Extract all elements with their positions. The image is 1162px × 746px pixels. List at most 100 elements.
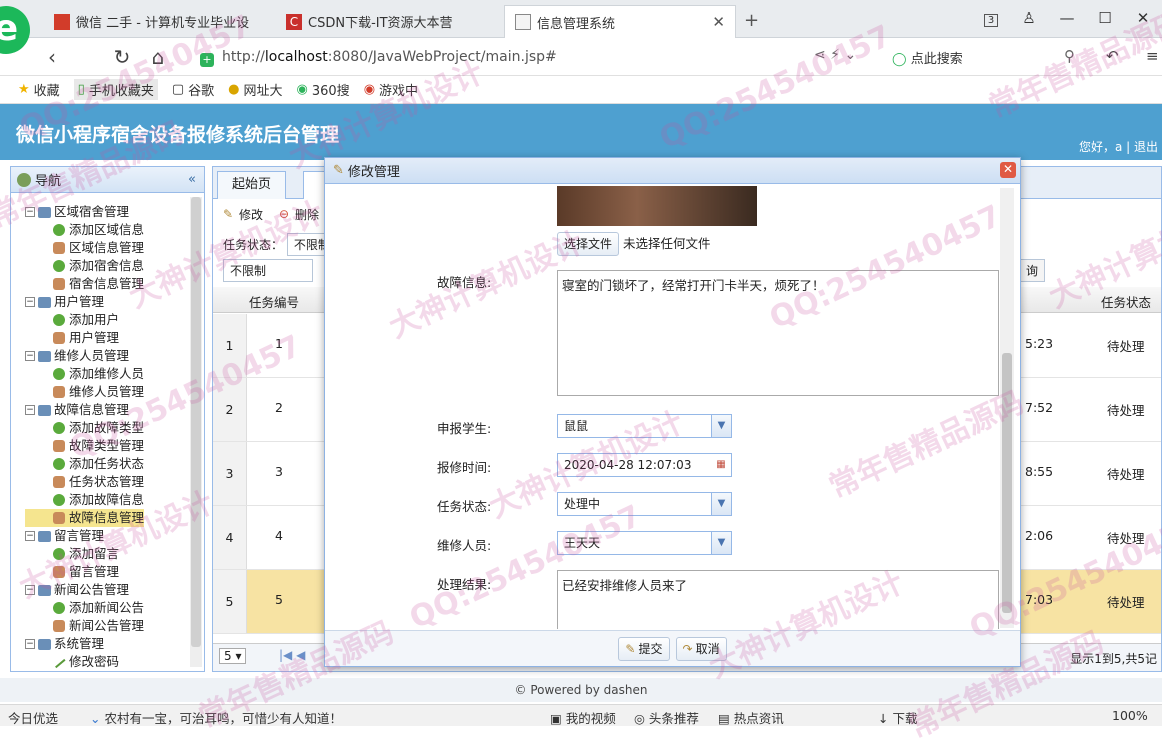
collapse-toggle-icon[interactable]: − <box>25 207 35 217</box>
col-task-no[interactable]: 任务编号 <box>249 292 299 311</box>
nav-item[interactable]: 故障类型管理 <box>25 437 144 455</box>
bookmark-favorites[interactable]: ★ 收藏 <box>18 80 60 99</box>
edit-icon: ✎ <box>625 641 636 656</box>
bookmark-google[interactable]: ▢ 谷歌 <box>172 80 214 99</box>
page-size-select[interactable]: 5 ▾ <box>219 648 247 664</box>
nav-item[interactable]: 修改密码 <box>25 653 144 671</box>
tab-home[interactable]: 起始页 <box>217 171 287 199</box>
nav-item[interactable]: 添加任务状态 <box>25 455 144 473</box>
nav-item[interactable]: 添加宿舍信息 <box>25 257 144 275</box>
cancel-button[interactable]: ↷ 取消 <box>675 636 727 661</box>
nav-group[interactable]: − 区域宿舍管理 <box>25 203 144 221</box>
menu-icon[interactable]: ≡ <box>1146 47 1159 65</box>
collapse-icon[interactable]: « <box>188 172 196 187</box>
collapse-toggle-icon[interactable]: − <box>25 531 35 541</box>
browser-tab[interactable]: C CSDN下载-IT资源大本营 <box>276 5 502 38</box>
nav-group[interactable]: − 留言管理 <box>25 527 144 545</box>
nav-item[interactable]: 添加新闻公告 <box>25 599 144 617</box>
close-dialog-button[interactable]: ✕ <box>1000 162 1016 178</box>
tab-count-badge[interactable]: 3 <box>972 0 1010 38</box>
my-video-button[interactable]: ▣ 我的视频 <box>550 708 616 727</box>
bookmark-360-search[interactable]: ◉ 360搜 <box>297 80 350 99</box>
news-text: 农村有一宝，可治耳鸣，可惜少有人知道！ <box>104 711 342 726</box>
nav-item[interactable]: 添加区域信息 <box>25 221 144 239</box>
fault-textarea[interactable]: 寝室的门锁坏了，经常打开门卡半天，烦死了！ <box>557 270 999 396</box>
user-info[interactable]: 您好，a | 退出 <box>1079 138 1158 155</box>
collapse-toggle-icon[interactable]: − <box>25 297 35 307</box>
close-tab-icon[interactable]: ✕ <box>712 13 725 31</box>
nav-item[interactable]: 宿舍信息管理 <box>25 275 144 293</box>
nav-item[interactable]: 区域信息管理 <box>25 239 144 257</box>
status-select[interactable]: 处理中 ▼ <box>557 492 732 516</box>
browser-tab[interactable]: 微信 二手 - 计算机专业毕业设 <box>44 5 270 38</box>
collapse-toggle-icon[interactable]: − <box>25 405 35 415</box>
app-header: 微信小程序宿舍设备报修系统后台管理 您好，a | 退出 <box>0 104 1162 160</box>
nav-scrollbar[interactable] <box>190 197 202 667</box>
news-ticker[interactable]: ⌄ 农村有一宝，可治耳鸣，可惜少有人知道！ <box>90 708 342 727</box>
query-button[interactable]: 询 <box>1019 259 1046 282</box>
nav-group[interactable]: − 新闻公告管理 <box>25 581 144 599</box>
nav-item[interactable]: 添加故障信息 <box>25 491 144 509</box>
nav-group[interactable]: − 维修人员管理 <box>25 347 144 365</box>
home-button[interactable]: ⌂ <box>144 43 172 71</box>
submit-button[interactable]: ✎ 提交 <box>618 636 670 661</box>
delete-button[interactable]: ⊖ 删除 <box>279 206 319 223</box>
url-prefix: http:// <box>222 49 265 65</box>
cancel-label: 取消 <box>695 641 720 656</box>
student-select[interactable]: 鼠鼠 ▼ <box>557 414 732 438</box>
nav-group[interactable]: − 用户管理 <box>25 293 144 311</box>
new-tab-button[interactable]: + <box>744 10 759 31</box>
download-button[interactable]: ↓ 下载 <box>878 708 917 727</box>
nav-item[interactable]: 留言管理 <box>25 563 144 581</box>
repairman-select[interactable]: 王天天 ▼ <box>557 531 732 555</box>
nav-group[interactable]: − 系统管理 <box>25 635 144 653</box>
collapse-toggle-icon[interactable]: − <box>25 639 35 649</box>
window-controls: 3 ♙ — ☐ ✕ <box>972 0 1162 38</box>
first-page-icon[interactable]: |◀ ◀ <box>279 648 305 662</box>
nav-item[interactable]: 用户管理 <box>25 329 144 347</box>
nav-item[interactable]: 故障信息管理 <box>25 509 145 527</box>
choose-file-button[interactable]: 选择文件 <box>557 232 620 256</box>
shirt-icon[interactable]: ♙ <box>1010 0 1048 38</box>
back-button[interactable]: ‹ <box>38 43 66 71</box>
collapse-toggle-icon[interactable]: − <box>25 585 35 595</box>
search-icon[interactable]: ⚲ <box>1064 47 1075 65</box>
nav-item[interactable]: 添加维修人员 <box>25 365 144 383</box>
bookmark-site-nav[interactable]: ● 网址大 <box>228 80 282 99</box>
report-time-input[interactable]: 2020-04-28 12:07:03 ▦ <box>557 453 732 477</box>
page-favicon-icon <box>515 14 531 30</box>
browser-tab-active[interactable]: 信息管理系统 ✕ <box>504 5 736 38</box>
nav-item[interactable]: 新闻公告管理 <box>25 617 144 635</box>
nav-item[interactable]: 添加留言 <box>25 545 144 563</box>
nav-item[interactable]: 任务状态管理 <box>25 473 144 491</box>
undo-icon[interactable]: ↶ <box>1106 47 1119 65</box>
status-label: 任务状态: <box>437 499 492 514</box>
nav-group[interactable]: − 故障信息管理 <box>25 401 144 419</box>
minimize-button[interactable]: — <box>1048 0 1086 38</box>
edit-button[interactable]: ✎ 修改 <box>223 206 263 223</box>
maximize-button[interactable]: ☐ <box>1086 0 1124 38</box>
nav-item[interactable]: 添加故障类型 <box>25 419 144 437</box>
refresh-button[interactable]: ↻ <box>108 43 136 71</box>
bookmark-label: 手机收藏夹 <box>88 84 154 99</box>
calendar-icon[interactable]: ▦ <box>711 454 731 476</box>
collapse-toggle-icon[interactable]: − <box>25 351 35 361</box>
url-field[interactable]: + http://localhost:8080/JavaWebProject/ma… <box>200 43 800 71</box>
close-window-button[interactable]: ✕ <box>1124 0 1162 38</box>
zoom-level[interactable]: 100% <box>1112 708 1148 723</box>
dialog-scrollbar[interactable] <box>1000 188 1014 628</box>
nav-item[interactable]: 维修人员管理 <box>25 383 144 401</box>
daily-picks[interactable]: 今日优选 <box>8 708 58 727</box>
bookmark-mobile[interactable]: ▯ 手机收藏夹 <box>73 79 158 100</box>
headline-button[interactable]: ◎ 头条推荐 <box>634 708 699 727</box>
share-icon[interactable]: ⋖ ⚡ ⌄ <box>814 47 856 63</box>
filter-select-2[interactable]: 不限制 <box>223 259 313 282</box>
chevron-down-icon: ▼ <box>711 415 731 437</box>
hot-news-button[interactable]: ▤ 热点资讯 <box>718 708 784 727</box>
bookmark-games[interactable]: ◉ 游戏中 <box>364 80 418 99</box>
search-box[interactable]: ◯ 点此搜索 <box>892 48 963 68</box>
cell-task-no: 4 <box>275 528 283 543</box>
result-textarea[interactable]: 已经安排维修人员来了 <box>557 570 999 629</box>
col-status[interactable]: 任务状态 <box>1101 292 1151 311</box>
nav-item[interactable]: 添加用户 <box>25 311 144 329</box>
